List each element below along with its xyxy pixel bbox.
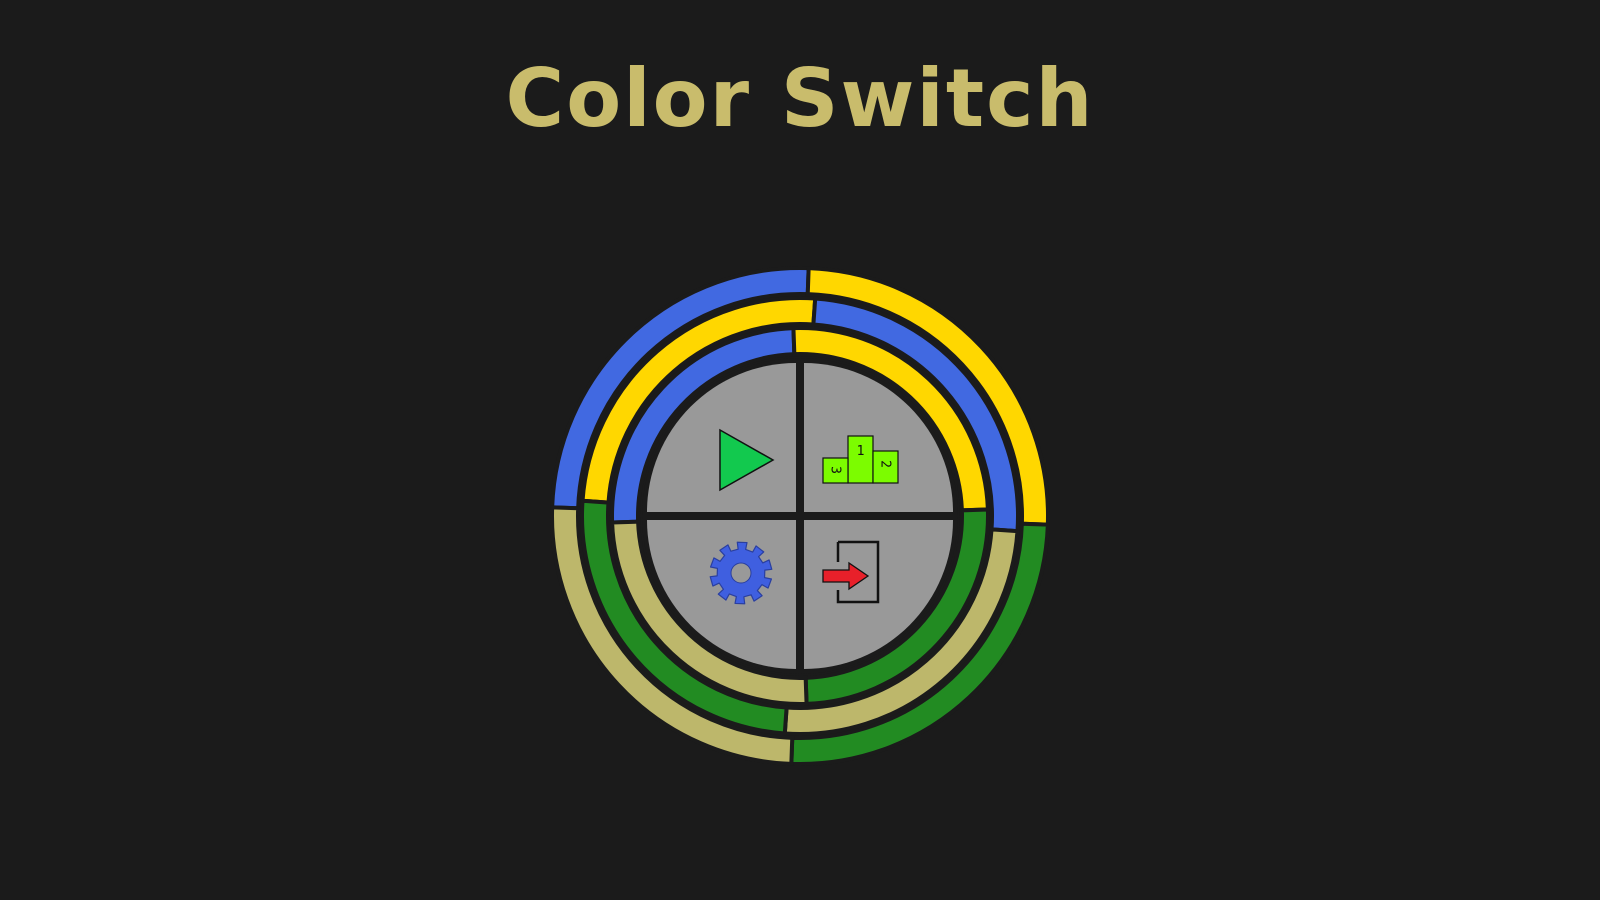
gear-hole <box>730 562 752 584</box>
podium-rank-3: 3 <box>828 466 843 474</box>
podium-rank-2: 2 <box>878 460 893 468</box>
menu-disc-border <box>642 358 958 674</box>
main-menu-wheel: 1 2 3 <box>550 266 1050 766</box>
podium-rank-1: 1 <box>857 444 865 459</box>
game-screen: Color Switch 1 2 3 <box>0 0 1600 900</box>
